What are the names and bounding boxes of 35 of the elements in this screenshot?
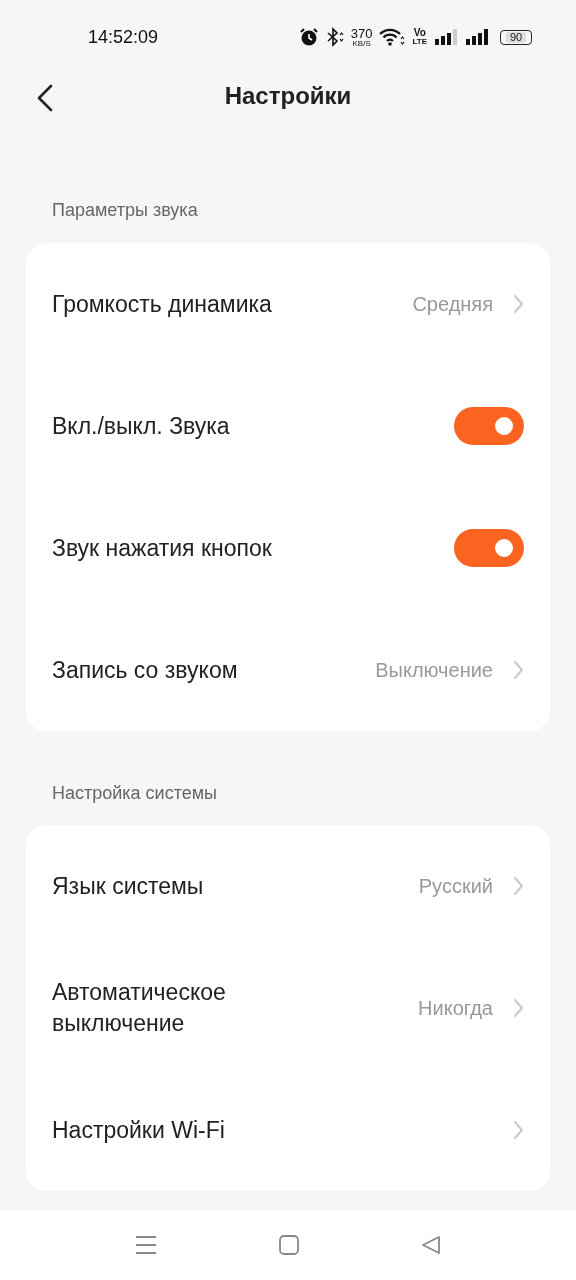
chevron-right-icon xyxy=(513,876,524,896)
volte-label: LTE xyxy=(412,38,427,46)
bluetooth-icon xyxy=(325,27,344,47)
section-title: Настройка системы xyxy=(51,782,219,805)
volte-label: Vo xyxy=(413,28,426,38)
setting-label: Громкость динамика xyxy=(52,289,272,319)
back-icon[interactable] xyxy=(421,1235,441,1255)
setting-label: Автоматическое выключение xyxy=(52,978,227,1038)
battery-level: 90 xyxy=(505,31,527,43)
setting-value[interactable]: Никогда xyxy=(418,996,493,1020)
setting-label: Язык системы xyxy=(52,871,204,901)
signal-icon xyxy=(465,28,489,46)
alarm-clock-icon xyxy=(298,27,319,47)
page-title: Настройки xyxy=(224,82,352,110)
toggle-switch[interactable] xyxy=(454,407,524,445)
speed-unit: KB/S xyxy=(352,39,371,48)
wifi-icon xyxy=(379,27,406,47)
setting-value[interactable]: Выключение xyxy=(375,658,493,682)
chevron-right-icon xyxy=(513,998,524,1018)
chevron-right-icon xyxy=(513,660,524,680)
home-icon[interactable] xyxy=(279,1235,299,1255)
setting-label: Звук нажатия кнопок xyxy=(52,533,272,563)
setting-label: Вкл./выкл. Звука xyxy=(52,411,230,441)
signal-icon xyxy=(434,28,458,46)
setting-value[interactable]: Средняя xyxy=(412,292,493,316)
status-time: 14:52:09 xyxy=(88,26,159,48)
chevron-right-icon xyxy=(513,294,524,314)
network-speed: 370 xyxy=(350,26,373,40)
setting-label: Запись со звуком xyxy=(52,655,238,685)
menu-icon[interactable] xyxy=(135,1235,157,1255)
section-title: Параметры звука xyxy=(51,199,199,222)
setting-value[interactable]: Русский xyxy=(418,874,493,898)
chevron-right-icon xyxy=(513,1120,524,1140)
toggle-switch[interactable] xyxy=(454,529,524,567)
setting-label: Настройки Wi-Fi xyxy=(52,1115,225,1145)
